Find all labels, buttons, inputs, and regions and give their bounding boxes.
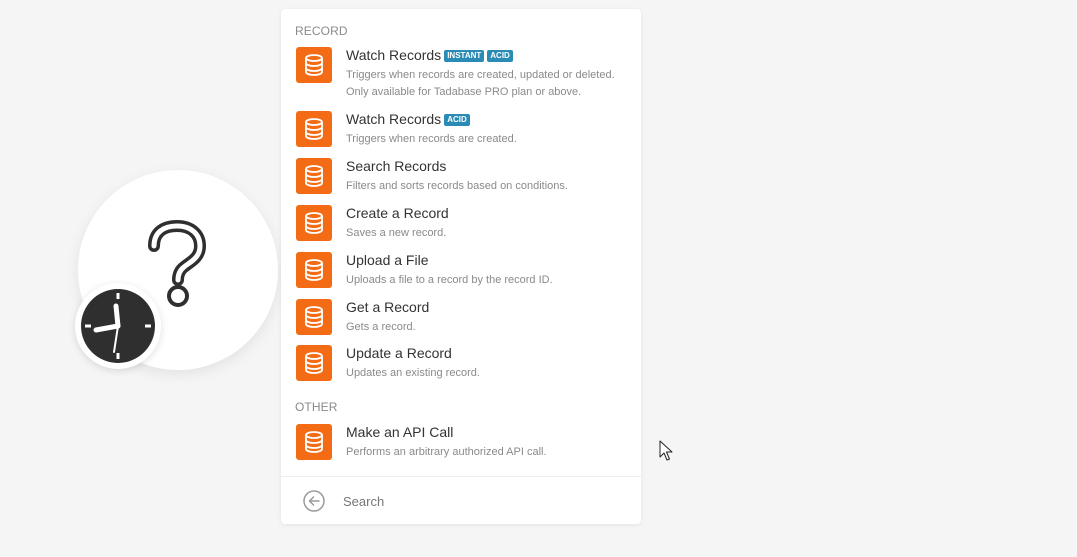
divider: [281, 476, 641, 477]
database-icon: [296, 158, 332, 194]
database-icon: [296, 111, 332, 147]
module-item-title: Create a Record: [346, 205, 449, 221]
back-arrow-icon: [303, 490, 325, 512]
module-item-description: Performs an arbitrary authorized API cal…: [346, 446, 547, 458]
group-label-other: OTHER: [295, 400, 338, 414]
module-item-get-record[interactable]: Get a Record Gets a record.: [295, 299, 631, 343]
module-item-search-records[interactable]: Search Records Filters and sorts records…: [295, 158, 631, 202]
module-item-description: Updates an existing record.: [346, 367, 480, 379]
database-icon: [296, 252, 332, 288]
module-item-watch-records-instant[interactable]: Watch Records INSTANT ACID Triggers when r…: [295, 47, 631, 98]
badge-acid: ACID: [487, 50, 513, 62]
module-item-title: Watch Records ACID: [346, 111, 470, 128]
module-item-create-record[interactable]: Create a Record Saves a new record.: [295, 205, 631, 249]
database-icon: [296, 345, 332, 381]
module-item-title: Update a Record: [346, 345, 452, 361]
module-item-upload-file[interactable]: Upload a File Uploads a file to a record…: [295, 252, 631, 296]
module-item-description: Filters and sorts records based on condi…: [346, 180, 568, 192]
module-item-title: Search Records: [346, 158, 447, 174]
database-icon: [296, 299, 332, 335]
module-item-description: Triggers when records are created.: [346, 133, 517, 145]
database-icon: [296, 205, 332, 241]
schedule-clock-button[interactable]: [75, 283, 161, 369]
back-button[interactable]: [302, 489, 326, 513]
module-item-update-record[interactable]: Update a Record Updates an existing reco…: [295, 345, 631, 389]
mouse-pointer-icon: [659, 440, 673, 461]
module-item-description: Gets a record.: [346, 321, 416, 333]
module-item-title: Make an API Call: [346, 424, 454, 440]
module-item-watch-records[interactable]: Watch Records ACID Triggers when records …: [295, 111, 631, 155]
database-icon: [296, 424, 332, 460]
database-icon: [296, 47, 332, 83]
module-item-title: Upload a File: [346, 252, 429, 268]
module-item-title: Watch Records INSTANT ACID: [346, 47, 513, 64]
badge-instant: INSTANT: [444, 50, 485, 62]
group-label-record: RECORD: [295, 24, 348, 38]
module-item-make-api-call[interactable]: Make an API Call Performs an arbitrary a…: [295, 424, 631, 468]
module-item-description: Saves a new record.: [346, 227, 447, 239]
module-item-description: Triggers when records are created, updat…: [346, 69, 615, 98]
module-item-title: Get a Record: [346, 299, 430, 315]
search-input[interactable]: [343, 491, 623, 511]
badge-acid: ACID: [444, 114, 470, 126]
module-picker-panel: RECORD Watch Records INSTANT ACID Triggers…: [281, 9, 641, 524]
clock-icon: [81, 289, 155, 363]
module-item-description: Uploads a file to a record by the record…: [346, 274, 553, 286]
